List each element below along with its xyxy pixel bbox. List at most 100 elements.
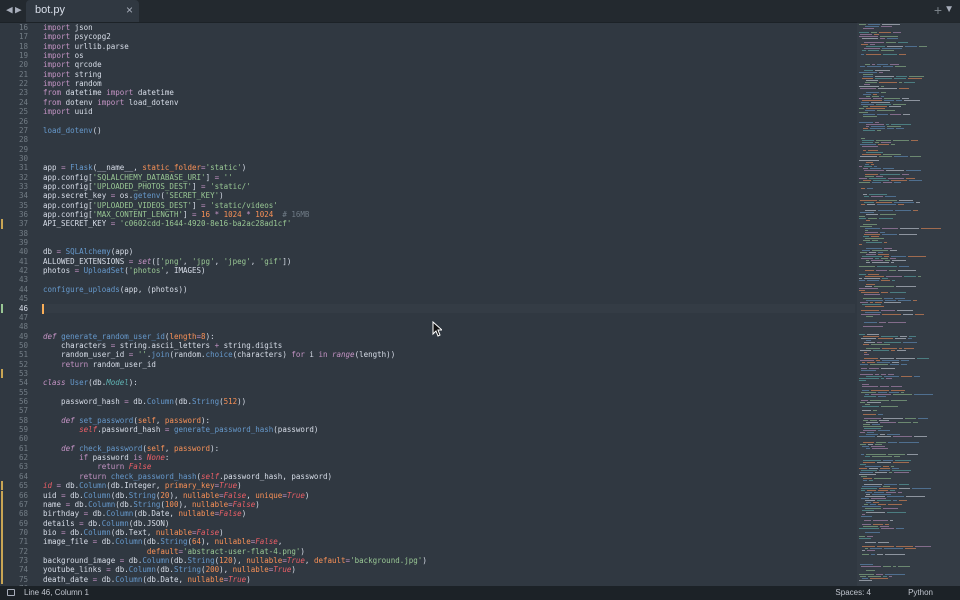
code-line[interactable]: 67 name = db.Column(db.String(100), nulla… <box>0 499 855 510</box>
code-line[interactable]: 16 import json <box>0 23 855 32</box>
code-line[interactable]: 54 class User(db.Model): <box>0 378 855 387</box>
code-line[interactable]: 27 load_dotenv() <box>0 126 855 135</box>
minimap-line <box>868 150 878 151</box>
code-line[interactable]: 37 API_SECRET_KEY = 'c0602cdd-1644-4920-8… <box>0 219 855 229</box>
minimap-line <box>862 384 869 385</box>
line-number: 31 <box>18 163 28 173</box>
minimap-line <box>880 214 896 215</box>
line-number: 33 <box>18 181 28 191</box>
minimap-line <box>892 468 899 469</box>
code-line[interactable]: 46 <box>0 303 855 314</box>
code-line[interactable]: 21 import string <box>0 70 855 79</box>
code-line[interactable]: 57 <box>0 406 855 415</box>
code-line[interactable]: 23 from datetime import datetime <box>0 88 855 97</box>
code-line[interactable]: 47 <box>0 313 855 322</box>
line-number: 23 <box>18 88 28 98</box>
code-line[interactable]: 38 <box>0 229 855 238</box>
code-line[interactable]: 56 password_hash = db.Column(db.String(5… <box>0 397 855 406</box>
tab-menu-icon[interactable]: ▼ <box>944 4 954 15</box>
minimap-line <box>859 528 879 529</box>
minimap-line <box>862 446 869 447</box>
code-line[interactable]: 25 import uuid <box>0 107 855 116</box>
code-line[interactable]: 75 death_date = db.Column(db.Date, nullab… <box>0 574 855 584</box>
code-line[interactable]: 63 return False <box>0 462 855 471</box>
code-line[interactable]: 26 <box>0 117 855 126</box>
minimap[interactable] <box>857 22 960 586</box>
minimap-line <box>891 466 894 467</box>
code-line[interactable]: 48 <box>0 322 855 331</box>
code-line[interactable]: 44 configure_uploads(app, (photos)) <box>0 285 855 294</box>
code-line[interactable]: 50 characters = string.ascii_letters + s… <box>0 341 855 350</box>
code-line[interactable]: 53 <box>0 368 855 379</box>
minimap-line <box>875 472 887 473</box>
code-line[interactable]: 24 from dotenv import load_dotenv <box>0 98 855 107</box>
code-line[interactable]: 58 def set_password(self, password): <box>0 416 855 425</box>
tab-bot-py[interactable]: bot.py × <box>26 0 139 22</box>
code-line[interactable]: 62 if password is None: <box>0 453 855 462</box>
minimap-line <box>866 376 882 377</box>
code-line[interactable]: 55 <box>0 388 855 397</box>
code-line[interactable]: 74 youtube_links = db.Column(db.String(20… <box>0 565 855 575</box>
indentation-setting[interactable]: Spaces: 4 <box>835 588 871 597</box>
code-line[interactable]: 64 return check_password_hash(self.passw… <box>0 472 855 481</box>
forward-arrow-icon[interactable]: ▶ <box>15 3 22 16</box>
tab-bar: ◀ ▶ bot.py × + ▼ <box>0 0 960 23</box>
code-line[interactable]: 66 uid = db.Column(db.String(20), nullabl… <box>0 490 855 500</box>
code-line[interactable]: 22 import random <box>0 79 855 88</box>
code-line[interactable]: 33 app.config['UPLOADED_PHOTOS_DEST'] = '… <box>0 182 855 191</box>
code-line[interactable]: 31 app = Flask(__name__, static_folder='s… <box>0 163 855 172</box>
code-line[interactable]: 65 id = db.Column(db.Integer, primary_key… <box>0 481 855 491</box>
minimap-line <box>862 154 881 155</box>
code-text: def set_password(self, password): <box>61 415 211 425</box>
minimap-line <box>879 218 893 219</box>
code-line[interactable]: 30 <box>0 154 855 163</box>
minimap-line <box>898 422 911 423</box>
code-line[interactable]: 73 background_image = db.Column(db.String… <box>0 555 855 566</box>
code-line[interactable]: 28 <box>0 135 855 144</box>
code-line[interactable]: 72 default='abstract-user-flat-4.png') <box>0 546 855 556</box>
code-line[interactable]: 40 db = SQLAlchemy(app) <box>0 247 855 256</box>
code-line[interactable]: 19 import os <box>0 51 855 60</box>
panel-toggle-icon[interactable] <box>7 589 15 596</box>
code-line[interactable]: 52 return random_user_id <box>0 360 855 369</box>
code-line[interactable]: 34 app.secret_key = os.getenv('SECRET_KEY… <box>0 191 855 200</box>
code-line[interactable]: 51 random_user_id = ''.join(random.choic… <box>0 350 855 359</box>
code-line[interactable]: 32 app.config['SQLALCHEMY_DATABASE_URI'] … <box>0 173 855 182</box>
code-editor[interactable]: 16 import json 17 import psycopg2 18 import u… <box>0 22 855 586</box>
minimap-line <box>899 442 919 443</box>
minimap-line <box>864 428 881 429</box>
code-line[interactable]: 35 app.config['UPLOADED_VIDEOS_DEST'] = '… <box>0 201 855 210</box>
minimap-line <box>859 122 873 123</box>
code-line[interactable]: 36 app.config['MAX_CONTENT_LENGTH'] = 16 … <box>0 210 855 219</box>
minimap-line <box>919 46 927 47</box>
code-line[interactable]: 45 <box>0 294 855 303</box>
line-number: 54 <box>18 378 28 388</box>
code-line[interactable]: 20 import qrcode <box>0 60 855 69</box>
code-line[interactable]: 59 self.password_hash = generate_passwor… <box>0 425 855 434</box>
code-line[interactable]: 68 birthday = db.Column(db.Date, nullable… <box>0 509 855 519</box>
code-line[interactable]: 42 photos = UploadSet('photos', IMAGES) <box>0 266 855 275</box>
minimap-line <box>864 196 869 197</box>
code-line[interactable]: 41 ALLOWED_EXTENSIONS = set(['png', 'jpg'… <box>0 257 855 266</box>
code-line[interactable]: 70 bio = db.Column(db.Text, nullable=Fals… <box>0 527 855 538</box>
close-icon[interactable]: × <box>126 3 133 17</box>
minimap-line <box>871 102 890 103</box>
minimap-line <box>865 230 868 231</box>
code-line[interactable]: 69 details = db.Column(db.JSON) <box>0 518 855 528</box>
syntax-selector[interactable]: Python <box>908 588 933 597</box>
code-text: import uuid <box>43 107 93 117</box>
code-line[interactable]: 18 import urllib.parse <box>0 42 855 51</box>
code-line[interactable]: 39 <box>0 238 855 247</box>
code-line[interactable]: 60 <box>0 434 855 443</box>
minimap-line <box>864 484 882 485</box>
new-tab-icon[interactable]: + <box>934 2 942 18</box>
cursor-position[interactable]: Line 46, Column 1 <box>24 588 89 597</box>
back-arrow-icon[interactable]: ◀ <box>6 3 13 16</box>
code-line[interactable]: 71 image_file = db.Column(db.String(64), … <box>0 537 855 547</box>
code-line[interactable]: 29 <box>0 145 855 154</box>
code-line[interactable]: 17 import psycopg2 <box>0 32 855 41</box>
code-line[interactable]: 61 def check_password(self, password): <box>0 444 855 453</box>
code-line[interactable]: 43 <box>0 275 855 284</box>
code-line[interactable]: 49 def generate_random_user_id(length=8): <box>0 332 855 341</box>
minimap-line <box>863 236 869 237</box>
